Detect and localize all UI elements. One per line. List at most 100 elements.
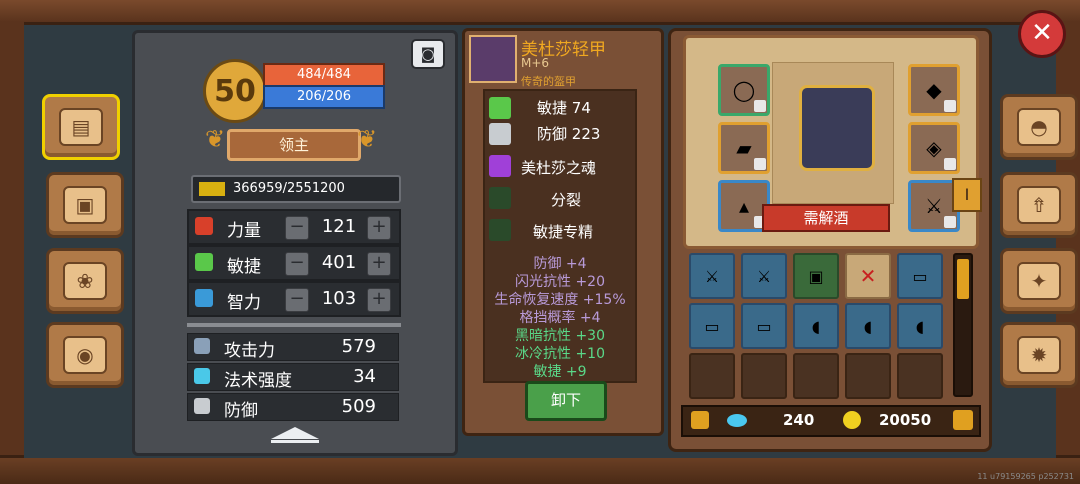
wood-border-bottom [0,455,1080,484]
inventory-slot[interactable]: ▭ [689,303,735,349]
inventory-slot[interactable]: ◖ [793,303,839,349]
treasure-tab-button[interactable]: ▣ [46,172,124,238]
upgrade-tab-button[interactable]: ⇮ [1000,172,1078,238]
inventory-slot[interactable]: ✕ [845,253,891,299]
character-sprite [799,85,875,171]
inventory-slot-empty[interactable] [741,353,787,399]
bracer-icon: ◈ [926,136,942,160]
inventory-slot[interactable]: ⚔ [741,253,787,299]
trait-mastery: 敏捷专精 [533,223,594,241]
trait-soul: 美杜莎之魂 [521,159,597,177]
codex-tab-button[interactable]: ▤ [42,94,120,160]
helmet-icon: ◓ [1017,108,1061,146]
mount-tab-button[interactable]: ◉ [46,322,124,388]
scroll-thumb[interactable] [957,259,969,299]
sort-grid-icon[interactable] [953,410,973,430]
chest-icon: ▣ [63,186,107,224]
feather-icon [489,97,511,119]
inventory-slot[interactable]: ▭ [897,253,943,299]
inventory-slot[interactable]: ▭ [741,303,787,349]
attr-value: 509 [341,396,376,417]
wood-border-right [1053,22,1080,462]
scroll-icon: ▭ [912,266,928,286]
decrease-button[interactable]: − [285,252,309,276]
scroll-icon: ▭ [704,316,720,336]
character-portrait [772,62,894,204]
soul-icon [489,155,511,177]
gem-icon [727,414,747,427]
stats-panel: ◙ 50 484/484 206/206 ❦ 领主 ❦ 366959/25512… [132,30,458,456]
stat-row-intelligence: 智力 − 103 + [187,281,401,317]
currency-bar: 240 20050 [681,405,981,437]
sword-icon: ⚔ [704,266,720,286]
pet-tab-button[interactable]: ❀ [46,248,124,314]
decrease-button[interactable]: − [285,288,309,312]
divider [187,323,401,327]
laurel-left-icon: ❦ [205,125,226,153]
need-button[interactable]: 需解酒 [762,204,890,232]
increase-button[interactable]: + [367,216,391,240]
upgrade-icon: ⇮ [1017,186,1061,224]
item-detail-panel: 美杜莎轻甲 M+6 传奇的盔甲 敏捷 74 防御 223 美杜莎之魂 分裂 敏捷… [462,28,664,436]
lock-icon [944,216,956,228]
close-button[interactable]: ✕ [1018,10,1066,58]
inventory-slot[interactable]: ◖ [845,303,891,349]
exp-fill [199,181,225,196]
laurel-right-icon: ❦ [357,125,378,153]
decrease-button[interactable]: − [285,216,309,240]
scroll-icon: ▭ [756,316,772,336]
feather-icon [195,253,213,271]
expand-arrow-icon[interactable] [271,427,319,439]
level-badge: 50 [203,59,267,123]
inventory-slot-empty[interactable] [689,353,735,399]
stat-value: 401 [321,252,357,273]
exp-bar: 366959/2551200 [191,175,401,203]
compass-tab-button[interactable]: ✦ [1000,248,1078,314]
inventory-slot[interactable]: ▣ [793,253,839,299]
equip-slot-helmet[interactable]: ◆ [908,64,960,116]
attr-name: 法术强度 [224,371,292,391]
inventory-slot[interactable]: ⚔ [689,253,735,299]
increase-button[interactable]: + [367,288,391,312]
attr-row-attack: 攻击力 579 [187,333,399,361]
equip-slot-necklace[interactable]: ◯ [718,64,770,116]
watermark: 11 u79159265 p252731 [977,472,1074,481]
book-icon: ▤ [59,108,103,146]
exp-text: 366959/2551200 [233,181,345,196]
inventory-slot-empty[interactable] [793,353,839,399]
sword-icon [194,338,210,354]
item-enhance: M+6 [521,56,550,70]
attr-row-spell-power: 法术强度 34 [187,363,399,391]
unequip-button[interactable]: 卸下 [525,381,607,421]
attr-name: 攻击力 [224,341,275,361]
base-stat-defense: 防御 223 [537,125,601,143]
tab-marker[interactable]: I [952,178,982,212]
inventory-scrollbar[interactable] [953,253,973,397]
wood-border-top [0,0,1080,25]
bonus-line: 生命恢复速度 +15% [494,292,626,308]
coin-icon [843,411,861,429]
shield-icon [489,123,511,145]
attr-name: 防御 [224,401,258,421]
bonus-line: 闪光抗性 +20 [515,274,605,290]
equip-slot-armor[interactable]: ▰ [718,122,770,174]
inventory-slot-empty[interactable] [845,353,891,399]
gem-count: 240 [783,411,815,429]
helmet-tab-button[interactable]: ◓ [1000,94,1078,160]
title-badge[interactable]: 领主 [227,129,361,161]
camera-button[interactable]: ◙ [411,39,445,69]
necklace-icon: ◯ [732,78,756,102]
close-icon: ✕ [1031,18,1053,48]
feather-icon: ◖ [863,316,873,336]
settings-tab-button[interactable]: ✹ [1000,322,1078,388]
increase-button[interactable]: + [367,252,391,276]
inventory-slot[interactable]: ◖ [897,303,943,349]
lock-icon [754,100,766,112]
stat-name: 力量 [227,221,261,241]
wood-border-left [0,22,27,462]
inventory-slot-empty[interactable] [897,353,943,399]
lock-icon[interactable] [691,411,709,429]
equip-slot-bracer[interactable]: ◈ [908,122,960,174]
lock-icon [944,100,956,112]
bonus-line: 敏捷 +9 [533,364,587,377]
